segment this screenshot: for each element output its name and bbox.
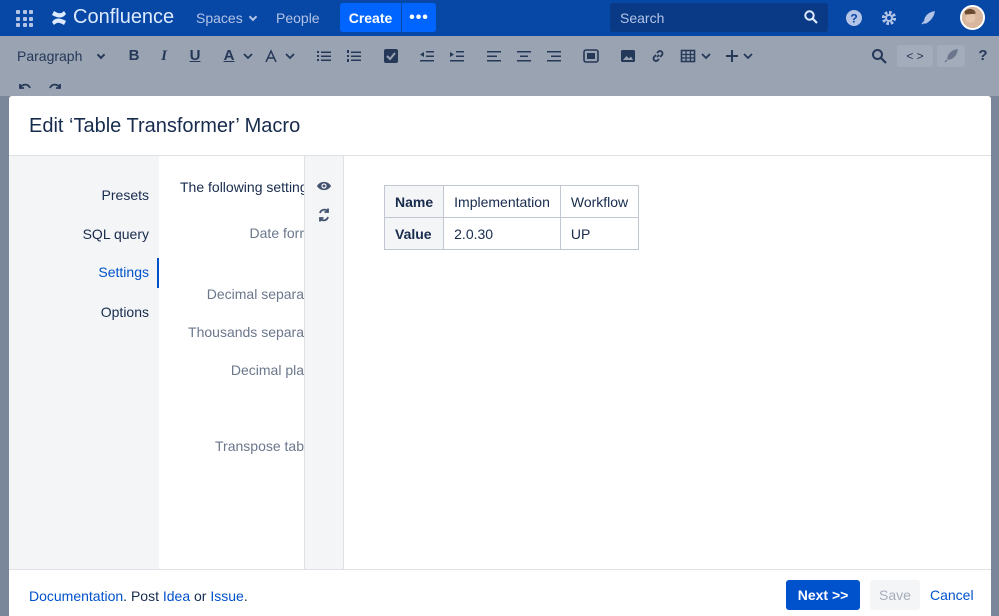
- settings-panel: The following setting Date forr Decimal …: [159, 156, 304, 569]
- search-field[interactable]: [610, 3, 828, 32]
- chevron-down-icon: [97, 50, 106, 59]
- rocket-icon: [944, 49, 958, 63]
- preview-eye-icon[interactable]: [316, 180, 332, 192]
- chevron-down-icon[interactable]: [740, 48, 756, 64]
- bullet-list-icon[interactable]: [316, 48, 332, 64]
- decimal-separator-label: Decimal separa: [206, 286, 304, 302]
- people-link[interactable]: People: [276, 10, 320, 26]
- macro-rocket-button[interactable]: [937, 45, 965, 67]
- table-icon[interactable]: [680, 48, 696, 64]
- app-switcher-icon[interactable]: [16, 10, 33, 27]
- divider: [9, 569, 991, 570]
- table-cell: Name: [383, 185, 445, 218]
- search-icon[interactable]: [804, 10, 818, 24]
- underline-button[interactable]: U: [187, 48, 203, 64]
- paragraph-style-label: Paragraph: [17, 48, 83, 64]
- people-label: People: [276, 10, 320, 26]
- dialog-title: Edit ‘Table Transformer’ Macro: [29, 115, 301, 137]
- footer-links: Documentation. Post Idea or Issue.: [29, 588, 248, 604]
- undo-icon[interactable]: [18, 82, 32, 92]
- align-center-icon[interactable]: [516, 48, 532, 64]
- image-icon[interactable]: [620, 48, 636, 64]
- confluence-logo[interactable]: Confluence: [50, 6, 174, 29]
- editor-help-button[interactable]: ?: [975, 48, 991, 64]
- footer-text: or: [190, 588, 211, 604]
- create-button[interactable]: Create: [340, 3, 401, 32]
- documentation-link[interactable]: Documentation: [29, 588, 123, 604]
- decimal-places-label: Decimal pla: [230, 362, 304, 378]
- notifications-icon[interactable]: [919, 9, 937, 27]
- numbered-list-icon[interactable]: [346, 48, 362, 64]
- text-style-icon[interactable]: [264, 48, 280, 64]
- redo-icon[interactable]: [48, 82, 62, 92]
- editor-toolbar: Paragraph B I U A < > ?: [0, 36, 999, 96]
- chevron-down-icon: [248, 12, 257, 21]
- avatar-face-icon: [962, 7, 983, 28]
- table-cell: UP: [559, 217, 640, 250]
- text-color-button[interactable]: A: [221, 48, 237, 64]
- indent-icon[interactable]: [449, 48, 465, 64]
- cancel-button[interactable]: Cancel: [930, 580, 974, 610]
- save-button[interactable]: Save: [870, 580, 920, 610]
- page-layout-icon[interactable]: [583, 48, 599, 64]
- table-cell: Implementation: [443, 185, 561, 218]
- spaces-menu[interactable]: Spaces: [196, 10, 257, 26]
- confluence-logo-text: Confluence: [73, 6, 175, 28]
- align-left-icon[interactable]: [486, 48, 502, 64]
- chevron-down-icon[interactable]: [240, 48, 256, 64]
- idea-link[interactable]: Idea: [163, 588, 190, 604]
- source-editor-button[interactable]: < >: [897, 45, 933, 67]
- create-more-button[interactable]: •••: [402, 3, 436, 32]
- settings-gear-icon[interactable]: [880, 9, 898, 27]
- settings-heading: The following setting: [180, 179, 304, 195]
- table-cell: Workflow: [559, 185, 640, 218]
- top-navigation: Confluence Spaces People Create ••• ?: [0, 0, 999, 36]
- user-avatar[interactable]: [960, 5, 985, 30]
- confluence-logo-icon: [52, 10, 66, 25]
- help-icon[interactable]: ?: [845, 9, 863, 27]
- spaces-label: Spaces: [196, 10, 243, 26]
- edit-macro-dialog: Edit ‘Table Transformer’ Macro Presets S…: [9, 96, 991, 616]
- issue-link[interactable]: Issue: [210, 588, 243, 604]
- preview-table: Name Implementation Workflow Value 2.0.3…: [383, 185, 640, 250]
- table-row: Value 2.0.30 UP: [383, 217, 640, 250]
- paragraph-style-dropdown[interactable]: Paragraph: [17, 48, 106, 64]
- dialog-sidebar: Presets SQL query Settings Options: [9, 156, 159, 569]
- align-right-icon[interactable]: [546, 48, 562, 64]
- sidebar-item-sql-query[interactable]: SQL query: [83, 226, 149, 242]
- sidebar-item-presets[interactable]: Presets: [102, 187, 149, 203]
- chevron-down-icon[interactable]: [698, 48, 714, 64]
- footer-text: .: [243, 588, 248, 604]
- refresh-icon[interactable]: [317, 207, 331, 223]
- next-button[interactable]: Next >>: [786, 580, 860, 610]
- date-format-label: Date forr: [249, 225, 304, 241]
- sidebar-item-options[interactable]: Options: [101, 304, 149, 320]
- sidebar-item-settings[interactable]: Settings: [98, 264, 149, 280]
- outdent-icon[interactable]: [419, 48, 435, 64]
- bold-button[interactable]: B: [126, 48, 142, 64]
- italic-button[interactable]: I: [156, 48, 172, 64]
- preview-area: Name Implementation Workflow Value 2.0.3…: [345, 156, 991, 569]
- preview-tools: [304, 156, 344, 569]
- table-cell: 2.0.30: [443, 217, 561, 250]
- transpose-table-label: Transpose tab: [215, 438, 304, 454]
- footer-text: . Post: [123, 588, 163, 604]
- task-list-icon[interactable]: [383, 48, 399, 64]
- link-icon[interactable]: [650, 48, 666, 64]
- find-replace-icon[interactable]: [871, 48, 887, 64]
- svg-text:?: ?: [850, 12, 857, 26]
- table-cell: Value: [383, 217, 445, 250]
- table-row: Name Implementation Workflow: [383, 185, 640, 218]
- chevron-down-icon[interactable]: [282, 48, 298, 64]
- search-input[interactable]: [620, 9, 800, 26]
- insert-plus-icon[interactable]: [724, 48, 740, 64]
- thousands-separator-label: Thousands separa: [188, 324, 304, 340]
